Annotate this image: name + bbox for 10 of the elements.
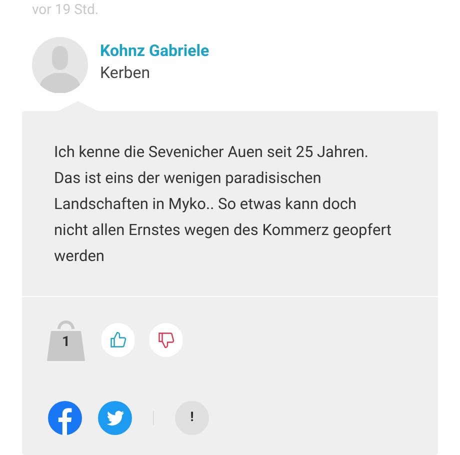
comment-text: Ich kenne die Sevenicher Auen seit 25 Jahren. Das ist eins der wenigen paradisischen Landschaften in Myko.. So etwas kann doch nicht allen Ernstes wegen des Kommerz geopfert werden bbox=[53, 142, 392, 267]
author-location: Kerben bbox=[100, 63, 152, 83]
report-button[interactable]: ! bbox=[175, 401, 209, 435]
like-button[interactable] bbox=[101, 323, 135, 357]
thumbs-up-icon bbox=[109, 331, 127, 349]
facebook-icon[interactable] bbox=[48, 401, 82, 435]
dislike-button[interactable] bbox=[149, 323, 183, 357]
twitter-icon[interactable] bbox=[98, 401, 132, 435]
avatar-icon bbox=[32, 37, 88, 93]
thumbs-down-icon bbox=[157, 331, 175, 349]
